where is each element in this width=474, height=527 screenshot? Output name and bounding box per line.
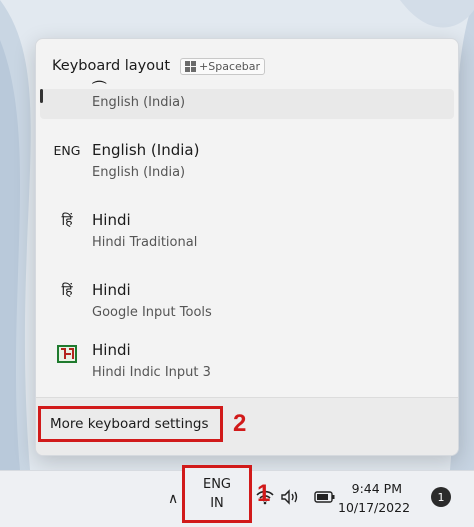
ime-region: IN — [210, 496, 224, 511]
ime-language: ENG — [202, 477, 231, 492]
flyout-footer: More keyboard settings — [36, 397, 458, 455]
layout-item-sub: Google Input Tools — [92, 305, 212, 320]
shortcut-plus: + — [199, 59, 209, 73]
notification-badge[interactable]: 1 — [431, 487, 451, 507]
layout-item-name: Hindi — [92, 211, 131, 229]
layout-item-hindi-google[interactable]: हिं Hindi Google Input Tools — [40, 269, 454, 331]
eng-icon: ENG — [53, 143, 81, 158]
layout-item-sub: English (India) — [92, 165, 186, 180]
clock-date: 10/17/2022 — [338, 500, 411, 515]
annotation-step-1: 1 — [257, 480, 271, 507]
hindi-script-icon: हिं — [61, 213, 73, 229]
chevron-up-icon[interactable]: ∧ — [168, 491, 178, 507]
annotation-step-2: 2 — [233, 410, 247, 437]
volume-icon — [281, 489, 298, 505]
indic-input-icon — [52, 345, 82, 367]
clock-time: 9:44 PM — [351, 481, 402, 496]
taskbar: ∧ ENG IN 9:44 PM 10/17/2022 1 — [0, 465, 474, 527]
input-indicator-button[interactable]: ENG IN — [182, 465, 252, 523]
shortcut-spacebar: Spacebar — [208, 59, 261, 73]
layout-item-hindi-traditional[interactable]: हिं Hindi Hindi Traditional — [40, 199, 454, 261]
layout-item-hindi-indic[interactable]: Hindi Hindi Indic Input 3 — [40, 333, 454, 395]
flyout-header: Keyboard layout + Spacebar — [52, 55, 266, 77]
layout-item-sub: Hindi Traditional — [92, 235, 198, 250]
layout-item-name: Hindi — [92, 341, 131, 359]
layout-item-english-india[interactable]: ENG English (India) English (India) — [40, 129, 454, 191]
windows-key-icon — [185, 60, 197, 72]
more-keyboard-settings-button[interactable]: More keyboard settings — [38, 406, 223, 442]
shortcut-hint: + Spacebar — [180, 57, 266, 75]
layout-item-selected[interactable]: ⏜ English (India) — [40, 80, 454, 119]
layout-item-sub: English (India) — [92, 95, 186, 110]
clock[interactable]: 9:44 PM 10/17/2022 — [338, 479, 411, 517]
hindi-script-icon: हिं — [61, 283, 73, 299]
flyout-title: Keyboard layout — [52, 58, 171, 74]
layout-item-sub: Hindi Indic Input 3 — [92, 365, 211, 380]
selection-indicator — [40, 89, 43, 103]
layout-item-name: English (India) — [92, 141, 200, 159]
layout-item-name: Hindi — [92, 281, 131, 299]
battery-icon — [314, 491, 335, 503]
keyboard-layout-flyout: Keyboard layout + Spacebar ⏜ English (In… — [35, 38, 459, 456]
